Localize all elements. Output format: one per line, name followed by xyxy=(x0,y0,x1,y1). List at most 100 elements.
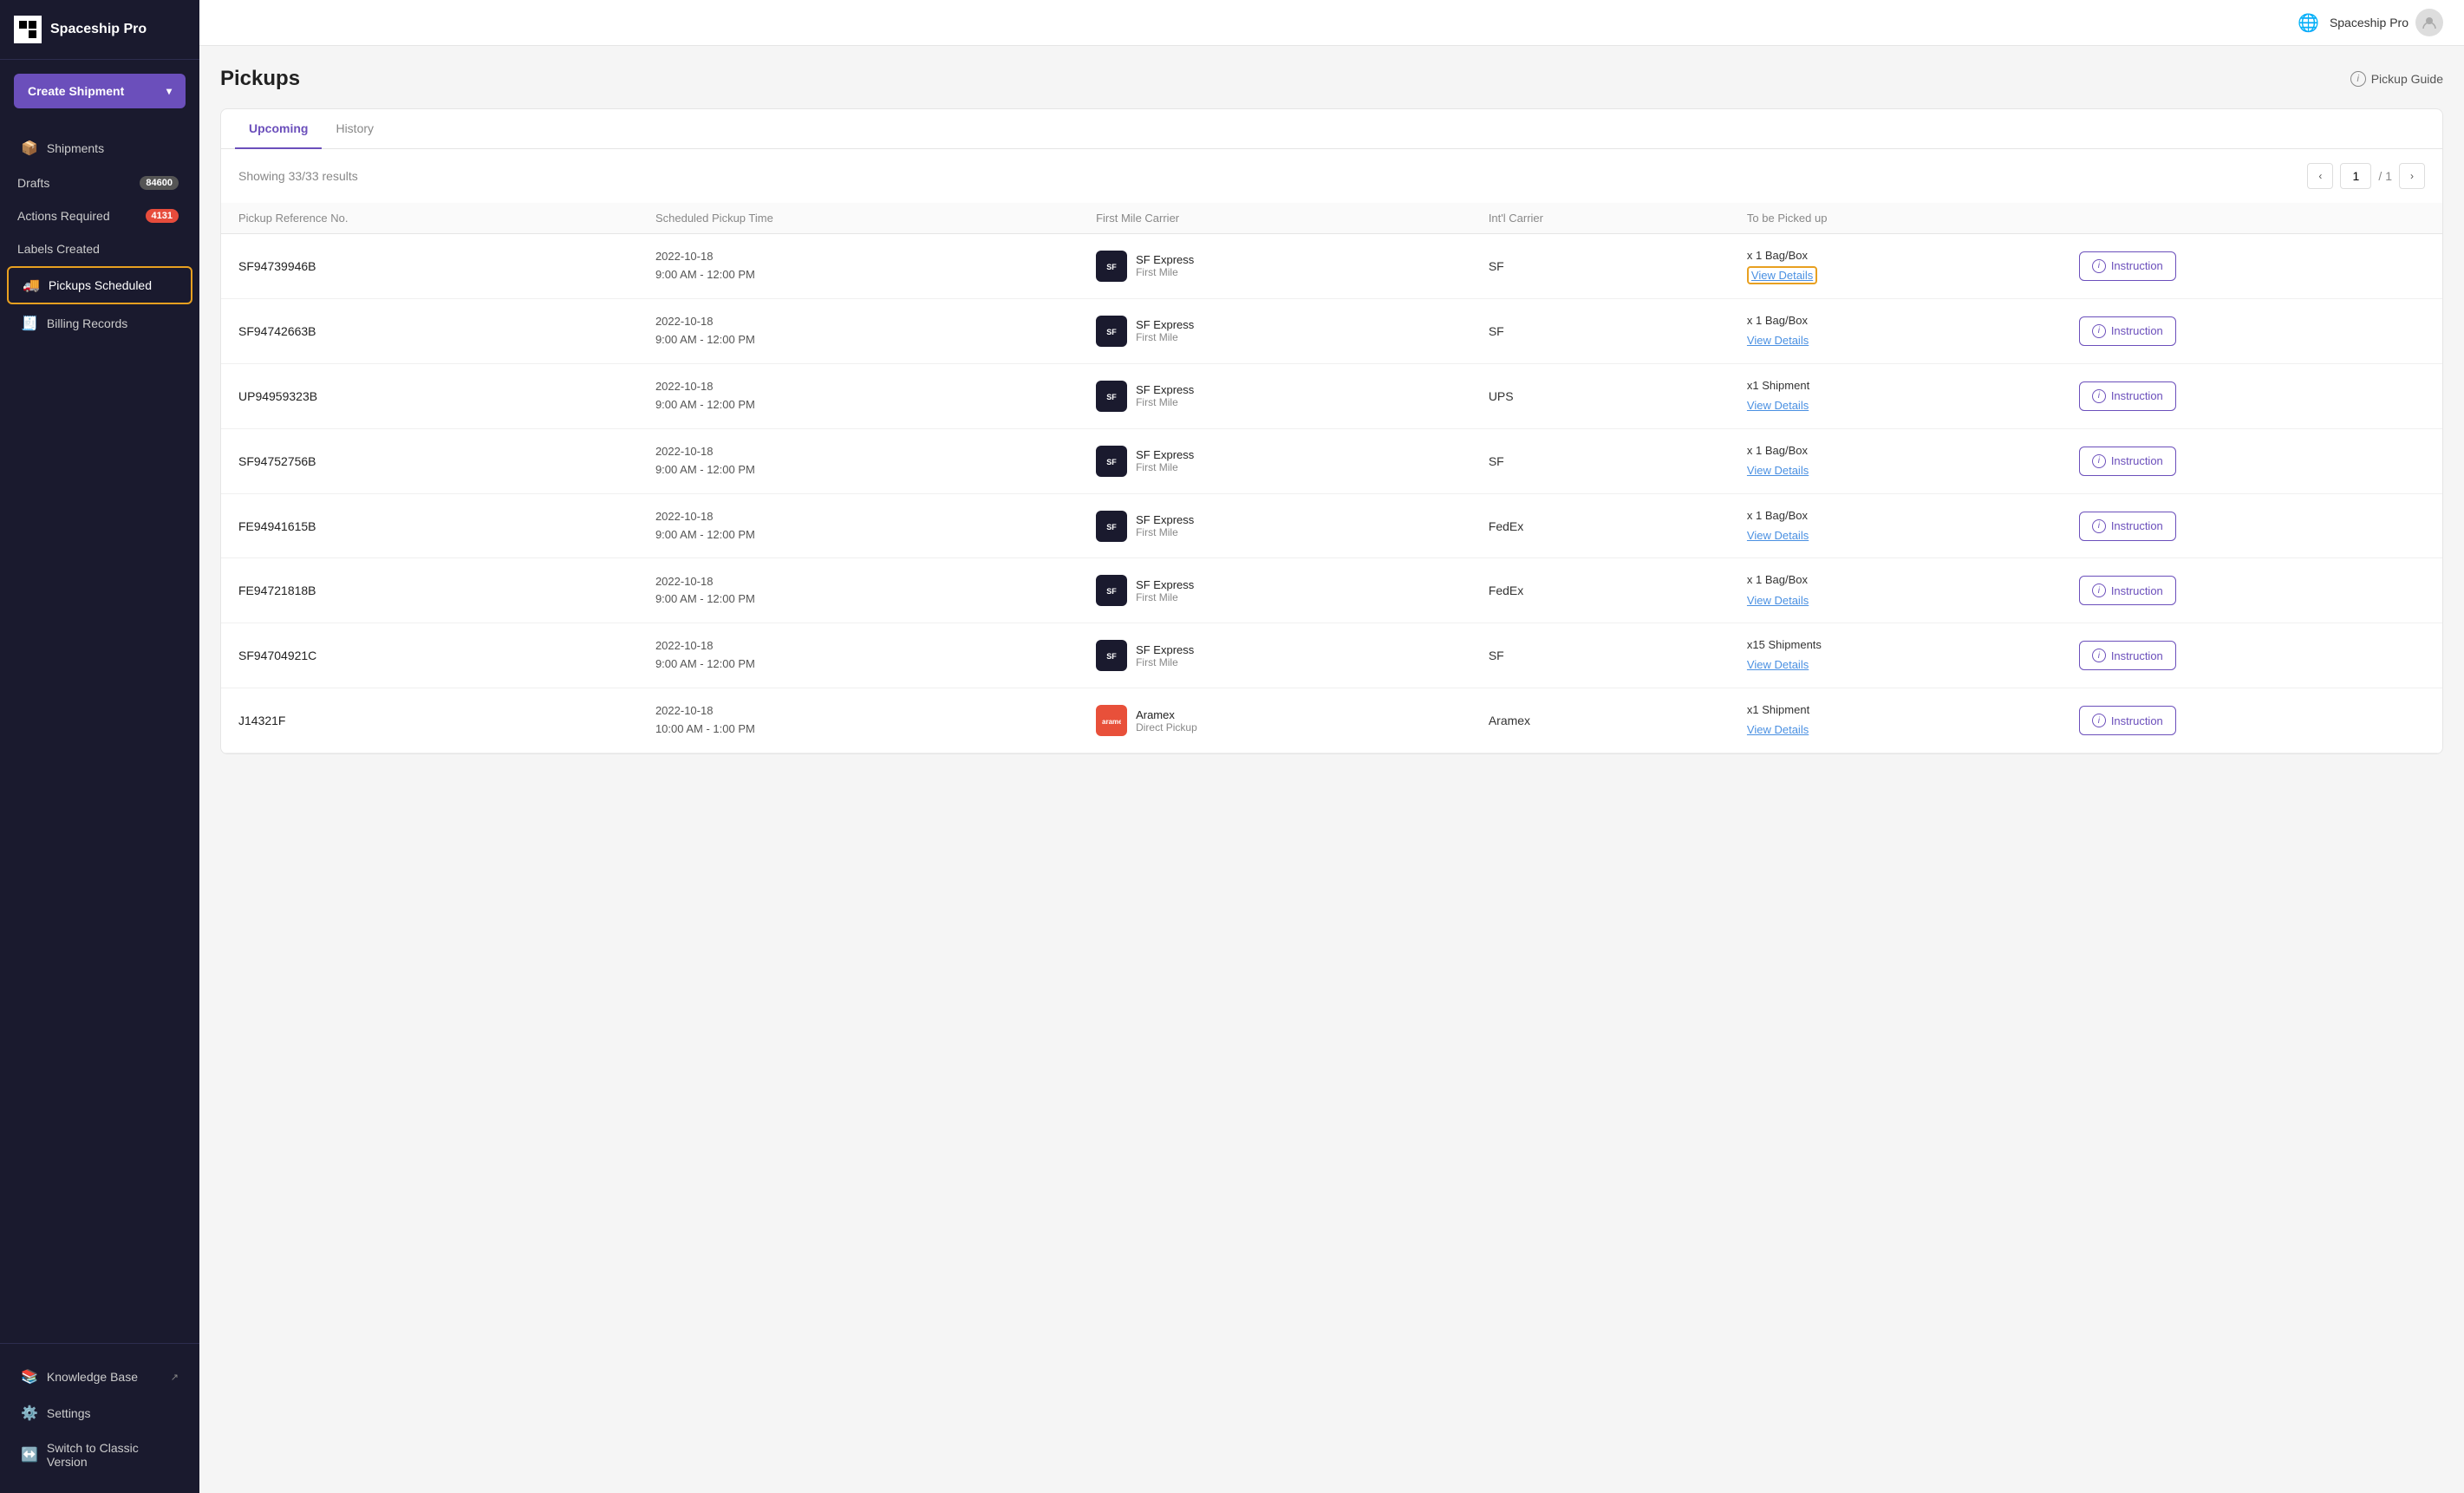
pickup-time: 2022-10-189:00 AM - 12:00 PM xyxy=(655,248,1061,284)
carrier-info: SF SF Express First Mile xyxy=(1096,511,1454,542)
instruction-button[interactable]: i Instruction xyxy=(2079,316,2176,346)
chevron-down-icon: ▾ xyxy=(166,85,172,97)
sidebar-item-drafts[interactable]: Drafts 84600 xyxy=(7,167,192,199)
carrier-logo: SF xyxy=(1096,251,1127,282)
instruction-button[interactable]: i Instruction xyxy=(2079,381,2176,411)
carrier-logo: aramex xyxy=(1096,705,1127,736)
app-logo-icon xyxy=(14,16,42,43)
pickup-qty: x 1 Bag/Box xyxy=(1747,570,2044,590)
view-details-link[interactable]: View Details xyxy=(1747,529,1809,542)
cell-ref: SF94739946B xyxy=(221,234,638,299)
pickups-icon: 🚚 xyxy=(23,277,40,294)
instruction-button[interactable]: i Instruction xyxy=(2079,641,2176,670)
carrier-logo: SF xyxy=(1096,446,1127,477)
carrier-logo: SF xyxy=(1096,381,1127,412)
tab-upcoming[interactable]: Upcoming xyxy=(235,109,322,149)
instruction-button[interactable]: i Instruction xyxy=(2079,706,2176,735)
carrier-info: aramex Aramex Direct Pickup xyxy=(1096,705,1454,736)
instruction-button[interactable]: i Instruction xyxy=(2079,512,2176,541)
intl-carrier-name: Aramex xyxy=(1489,714,1530,727)
cell-instruction: i Instruction xyxy=(2062,363,2442,428)
view-details-link[interactable]: View Details xyxy=(1747,266,1817,284)
ref-number: FE94941615B xyxy=(238,519,316,533)
pickup-guide-link[interactable]: i Pickup Guide xyxy=(2350,71,2443,87)
intl-carrier-name: SF xyxy=(1489,649,1504,662)
ref-number: UP94959323B xyxy=(238,389,317,403)
topbar: 🌐 Spaceship Pro xyxy=(199,0,2464,46)
instruction-button[interactable]: i Instruction xyxy=(2079,576,2176,605)
cell-instruction: i Instruction xyxy=(2062,428,2442,493)
globe-icon[interactable]: 🌐 xyxy=(2298,12,2319,34)
page-number-input[interactable]: 1 xyxy=(2340,163,2371,189)
table-row: SF94739946B2022-10-189:00 AM - 12:00 PM … xyxy=(221,234,2442,299)
cell-carrier: SF SF Express First Mile xyxy=(1079,623,1471,688)
instruction-label: Instruction xyxy=(2111,584,2163,597)
carrier-type: Direct Pickup xyxy=(1136,721,1197,733)
carrier-type: First Mile xyxy=(1136,396,1194,408)
instruction-label: Instruction xyxy=(2111,324,2163,337)
cell-intl-carrier: SF xyxy=(1471,623,1730,688)
cell-carrier: SF SF Express First Mile xyxy=(1079,234,1471,299)
view-details-link[interactable]: View Details xyxy=(1747,594,1809,607)
instruction-info-icon: i xyxy=(2092,259,2106,273)
pickup-info: x15 Shipments View Details xyxy=(1747,636,2044,675)
carrier-details: SF Express First Mile xyxy=(1136,578,1194,603)
cell-time: 2022-10-189:00 AM - 12:00 PM xyxy=(638,234,1079,299)
view-details-link[interactable]: View Details xyxy=(1747,723,1809,736)
carrier-details: SF Express First Mile xyxy=(1136,318,1194,343)
cell-instruction: i Instruction xyxy=(2062,558,2442,623)
carrier-details: SF Express First Mile xyxy=(1136,448,1194,473)
sidebar-item-pickups-scheduled[interactable]: 🚚 Pickups Scheduled xyxy=(7,266,192,304)
cell-intl-carrier: SF xyxy=(1471,234,1730,299)
results-count: Showing 33/33 results xyxy=(238,169,358,183)
view-details-link[interactable]: View Details xyxy=(1747,658,1809,671)
cell-to-pickup: x 1 Bag/Box View Details xyxy=(1730,234,2062,299)
pickup-info: x1 Shipment View Details xyxy=(1747,701,2044,740)
next-page-button[interactable]: › xyxy=(2399,163,2425,189)
cell-ref: UP94959323B xyxy=(221,363,638,428)
sidebar-item-labels-created[interactable]: Labels Created xyxy=(7,233,192,264)
instruction-label: Instruction xyxy=(2111,389,2163,402)
sidebar-item-label: Drafts xyxy=(17,176,49,190)
cell-intl-carrier: FedEx xyxy=(1471,493,1730,558)
view-details-link[interactable]: View Details xyxy=(1747,464,1809,477)
carrier-type: First Mile xyxy=(1136,266,1194,278)
cell-time: 2022-10-189:00 AM - 12:00 PM xyxy=(638,558,1079,623)
carrier-name: SF Express xyxy=(1136,578,1194,591)
pickup-guide-label: Pickup Guide xyxy=(2371,72,2443,86)
cell-to-pickup: x15 Shipments View Details xyxy=(1730,623,2062,688)
sidebar-item-shipments[interactable]: 📦 Shipments xyxy=(7,131,192,166)
carrier-name: SF Express xyxy=(1136,318,1194,331)
pickup-qty: x15 Shipments xyxy=(1747,636,2044,655)
svg-text:SF: SF xyxy=(1106,458,1117,466)
pickup-info: x 1 Bag/Box View Details xyxy=(1747,246,2044,286)
pickup-time: 2022-10-189:00 AM - 12:00 PM xyxy=(655,378,1061,414)
carrier-details: Aramex Direct Pickup xyxy=(1136,708,1197,733)
sidebar-item-label: Switch to Classic Version xyxy=(47,1441,179,1469)
cell-intl-carrier: SF xyxy=(1471,298,1730,363)
carrier-type: First Mile xyxy=(1136,591,1194,603)
sidebar-item-switch-classic[interactable]: ↔️ Switch to Classic Version xyxy=(7,1432,192,1477)
intl-carrier-name: FedEx xyxy=(1489,584,1523,597)
external-link-icon: ↗ xyxy=(171,1372,179,1383)
sidebar-item-settings[interactable]: ⚙️ Settings xyxy=(7,1396,192,1431)
view-details-link[interactable]: View Details xyxy=(1747,399,1809,412)
view-details-link[interactable]: View Details xyxy=(1747,334,1809,347)
sidebar-item-actions-required[interactable]: Actions Required 4131 xyxy=(7,200,192,231)
table-row: FE94941615B2022-10-189:00 AM - 12:00 PM … xyxy=(221,493,2442,558)
cell-ref: SF94704921C xyxy=(221,623,638,688)
sidebar-item-knowledge-base[interactable]: 📚 Knowledge Base ↗ xyxy=(7,1359,192,1394)
cell-ref: FE94721818B xyxy=(221,558,638,623)
create-shipment-button[interactable]: Create Shipment ▾ xyxy=(14,74,186,108)
carrier-info: SF SF Express First Mile xyxy=(1096,640,1454,671)
prev-page-button[interactable]: ‹ xyxy=(2307,163,2333,189)
billing-icon: 🧾 xyxy=(21,315,38,332)
tab-history[interactable]: History xyxy=(322,109,388,149)
instruction-button[interactable]: i Instruction xyxy=(2079,251,2176,281)
instruction-button[interactable]: i Instruction xyxy=(2079,447,2176,476)
sidebar-item-billing-records[interactable]: 🧾 Billing Records xyxy=(7,306,192,341)
cell-to-pickup: x1 Shipment View Details xyxy=(1730,363,2062,428)
pickup-qty: x1 Shipment xyxy=(1747,701,2044,720)
col-ref: Pickup Reference No. xyxy=(221,203,638,234)
create-shipment-label: Create Shipment xyxy=(28,84,124,98)
